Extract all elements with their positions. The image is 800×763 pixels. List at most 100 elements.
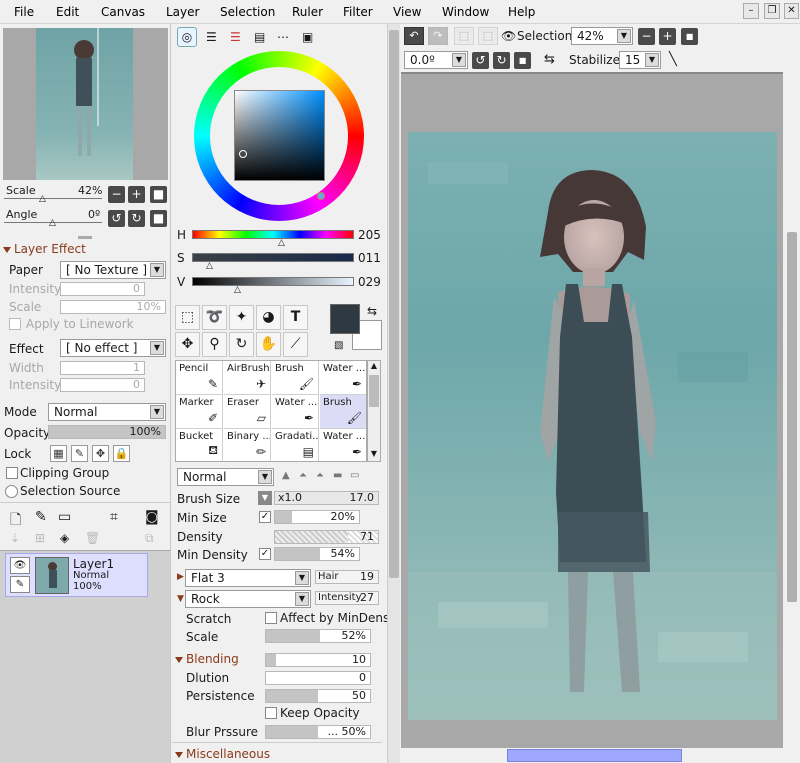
zoom-select[interactable]: 42% ▼ [571, 27, 633, 45]
rgb-slider-tab-icon[interactable]: ☰ [206, 30, 217, 44]
redo-icon[interactable]: ↷ [428, 27, 448, 45]
invert-selection-icon[interactable]: ⬚ [478, 27, 498, 45]
lock-move-icon[interactable]: ✥ [92, 445, 109, 462]
duplicate-icon[interactable]: ⧉ [145, 531, 154, 546]
min-size-bar[interactable]: 20% [274, 510, 360, 524]
transparent-color-icon[interactable]: ▧ [334, 340, 343, 351]
canvas-painting[interactable] [408, 132, 777, 720]
text-tool-icon[interactable]: T [283, 305, 308, 330]
brush-slot[interactable]: AirBrush ✈ [224, 361, 271, 395]
rotate-right-button[interactable]: ↻ [128, 210, 145, 227]
canvas-zoom-in-button[interactable]: + [659, 28, 676, 45]
selection-pen-icon[interactable]: ◕ [256, 305, 281, 330]
canvas-zoom-out-button[interactable]: − [638, 28, 655, 45]
stabilizer-select[interactable]: 15 ▼ [619, 51, 661, 69]
menu-layer[interactable]: Layer [166, 5, 199, 19]
scroll-up-icon[interactable]: ▲ [368, 361, 380, 373]
menu-ruler[interactable]: Ruler [292, 5, 323, 19]
zoom-icon[interactable]: ⚲ [202, 332, 227, 357]
eye-icon[interactable]: 👁 [10, 557, 30, 574]
flip-horizontal-icon[interactable]: ⇆ [544, 52, 555, 67]
selection-visibility-icon[interactable]: 👁 [501, 29, 516, 43]
rotate-reset-button[interactable]: ■ [150, 210, 167, 227]
sv-cursor[interactable] [239, 150, 247, 158]
layer-row[interactable]: 👁 ✎ Layer1 Normal 100% [5, 553, 148, 597]
texture-intensity-bar[interactable]: Intensity 27 [315, 591, 379, 605]
rotation-select[interactable]: 0.0º ▼ [404, 51, 468, 69]
zoom-in-button[interactable]: + [128, 186, 145, 203]
size-range-dropdown[interactable]: ▼ [258, 491, 272, 505]
delete-layer-icon[interactable]: 🗑 [85, 531, 100, 545]
keep-opacity-checkbox[interactable] [265, 707, 277, 719]
menu-edit[interactable]: Edit [56, 5, 79, 19]
hand-icon[interactable]: ✋ [256, 332, 281, 357]
dilution-bar[interactable]: 0 [265, 671, 371, 685]
width-bar[interactable]: 1 [60, 361, 145, 375]
hair-bar[interactable]: Hair 19 [315, 570, 379, 584]
min-density-bar[interactable]: 54% [274, 547, 360, 561]
brush-slot[interactable]: Binary ... ✏ [224, 429, 271, 461]
brush-slot[interactable]: Eraser ▱ [224, 395, 271, 429]
density-bar[interactable]: 71 [274, 530, 379, 544]
canvas-viewport[interactable] [401, 72, 783, 748]
new-layer-icon[interactable]: 🗋 [10, 509, 21, 533]
rect-select-icon[interactable]: ⬚ [175, 305, 200, 330]
swatches-tab-icon[interactable]: ▤ [254, 30, 265, 44]
scroll-thumb[interactable] [369, 375, 379, 407]
brush-slot[interactable]: Brush 🖌 [272, 361, 319, 395]
brush-texture-select[interactable]: Rock ▼ [185, 590, 311, 608]
min-size-checkbox[interactable]: ✓ [259, 511, 271, 523]
scale-slider-thumb[interactable]: △ [39, 194, 46, 204]
brush-slot[interactable]: Bucket ⛾ [176, 429, 223, 461]
brush-shape-2-icon[interactable]: ⏶ [299, 470, 307, 481]
lock-transparency-icon[interactable]: ▦ [50, 445, 67, 462]
opacity-bar[interactable]: 100% [48, 425, 166, 439]
color-wheel-tab-icon[interactable]: ◎ [177, 27, 197, 47]
layer-effect-header[interactable]: Layer Effect [3, 242, 86, 256]
new-layer-folder-icon[interactable]: ▭ [58, 509, 71, 525]
blur-pressure-bar[interactable]: ... 50% [265, 725, 371, 739]
apply-linework-checkbox[interactable] [9, 318, 21, 330]
value-slider-thumb[interactable]: △ [234, 285, 241, 295]
blending-header[interactable]: Blending [175, 652, 239, 666]
merge-down-icon[interactable]: ⊞ [35, 531, 45, 545]
hue-slider[interactable] [192, 230, 354, 239]
texture-scale-bar[interactable]: 52% [265, 629, 371, 643]
brush-shape-4-icon[interactable]: ▬ [333, 470, 342, 481]
scroll-down-icon[interactable]: ▼ [368, 449, 380, 461]
brush-shape-select[interactable]: Flat 3 ▼ [185, 569, 311, 587]
saturation-slider-thumb[interactable]: △ [206, 261, 213, 271]
brush-slot[interactable]: Brush 🖌 [320, 395, 366, 429]
canvas-horizontal-scrollbar[interactable] [401, 748, 800, 763]
close-icon[interactable]: ✕ [784, 3, 799, 19]
brush-slot[interactable]: Water ... ✒ [272, 395, 319, 429]
brush-blend-mode-select[interactable]: Normal ▼ [177, 468, 274, 486]
blend-mode-select[interactable]: Normal ▼ [48, 403, 166, 421]
brush-shape-3-icon[interactable]: ⏶ [316, 470, 324, 481]
brush-size-bar[interactable]: x1.0 17.0 [274, 491, 379, 505]
layer-mask-icon[interactable]: ◙ [145, 509, 159, 525]
selection-source-radio[interactable] [5, 485, 18, 498]
line-tool-icon[interactable]: ╲ [669, 52, 677, 67]
lasso-icon[interactable]: ➰ [202, 305, 227, 330]
tools-scroll-thumb[interactable] [389, 30, 399, 578]
menu-selection[interactable]: Selection [220, 5, 275, 19]
splitter-handle[interactable] [78, 236, 92, 239]
effect-select[interactable]: [ No effect ] ▼ [60, 339, 166, 357]
swap-colors-icon[interactable]: ⇆ [367, 304, 377, 318]
move-icon[interactable]: ✥ [175, 332, 200, 357]
scratchpad-tab-icon[interactable]: ▣ [302, 30, 313, 44]
navigator-preview[interactable] [3, 28, 168, 180]
hue-cursor[interactable] [317, 192, 325, 200]
user-swatch-tab-icon[interactable]: ⋯ [277, 30, 289, 44]
angle-slider-thumb[interactable]: △ [49, 218, 56, 228]
menu-filter[interactable]: Filter [343, 5, 373, 19]
canvas-vscroll-thumb[interactable] [787, 232, 797, 602]
brush-slot[interactable]: Marker ✐ [176, 395, 223, 429]
foreground-color-swatch[interactable] [330, 304, 360, 334]
eyedropper-icon[interactable]: ⟋ [283, 332, 308, 357]
brush-slot[interactable]: Water ... ✒ [320, 361, 366, 395]
affect-mindens-checkbox[interactable] [265, 612, 277, 624]
menu-canvas[interactable]: Canvas [101, 5, 145, 19]
transfer-down-icon[interactable]: ⇣ [10, 531, 20, 545]
